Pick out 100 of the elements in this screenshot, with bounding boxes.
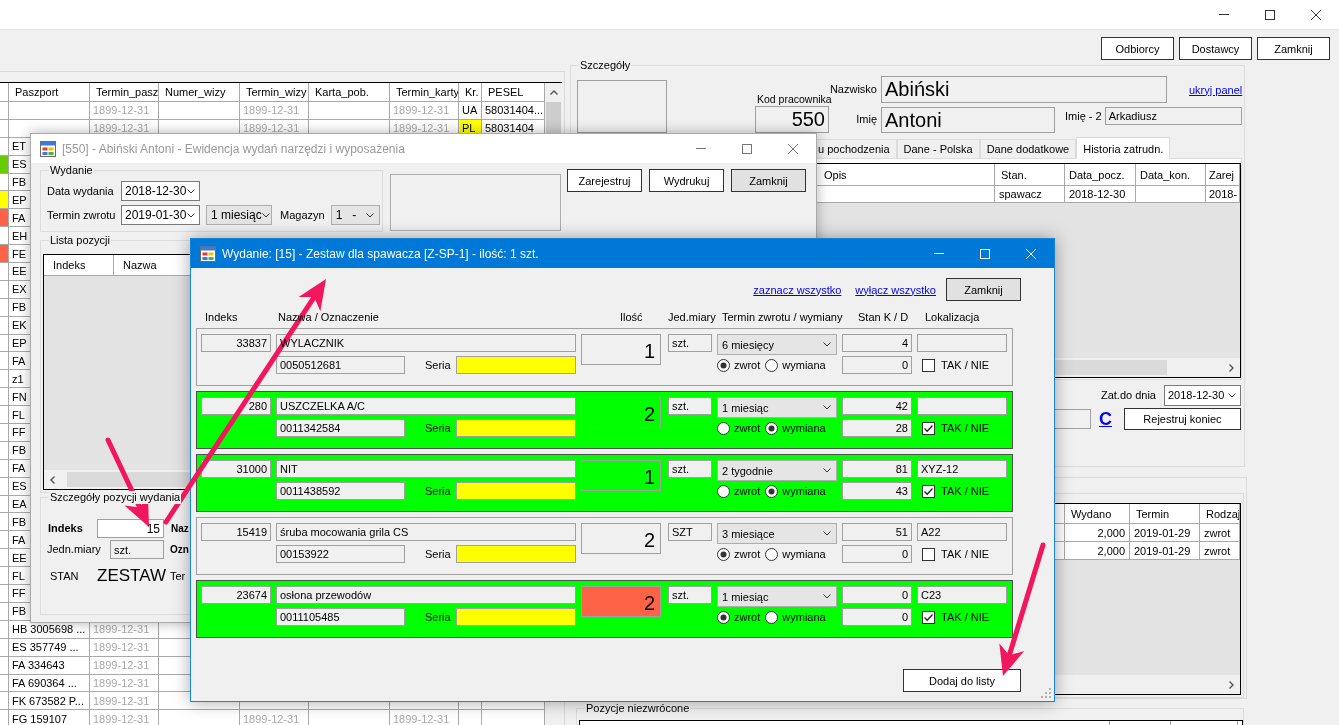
index-field[interactable]: 15 (97, 519, 164, 538)
radio-button[interactable] (765, 547, 779, 561)
term-dropdown[interactable]: 3 miesiące (717, 523, 837, 544)
radio-button[interactable] (765, 358, 779, 372)
surname-field[interactable]: Abiński (881, 76, 1167, 103)
code-field[interactable]: 0050512681 (276, 356, 405, 374)
quantity-field[interactable]: 2 (581, 523, 661, 554)
radio-button[interactable] (717, 421, 730, 435)
location-field[interactable]: C23 (917, 586, 1007, 604)
radio-button[interactable] (765, 484, 779, 498)
radio-button[interactable] (717, 484, 730, 498)
date-picker[interactable]: 2019-01-30 (121, 205, 200, 225)
unit-field[interactable]: szt. (668, 460, 712, 478)
checkbox[interactable] (922, 547, 935, 561)
index-field[interactable]: 33837 (201, 334, 271, 352)
dialog-button[interactable]: Zamknij (731, 169, 806, 192)
series-field[interactable] (456, 419, 576, 437)
warehouse-dropdown[interactable]: 1 - (330, 205, 380, 225)
tab[interactable]: Dane - Polska (896, 139, 980, 158)
period-dropdown[interactable]: 1 miesiąc (206, 205, 272, 225)
index-field[interactable]: 15419 (201, 523, 271, 541)
name-field[interactable]: osłona przewodów (276, 586, 576, 604)
series-field[interactable] (456, 608, 576, 626)
link[interactable]: zaznacz wszystko (753, 283, 842, 296)
column-header[interactable]: Karta_pob. (309, 83, 390, 101)
series-field[interactable] (456, 482, 576, 500)
stock-field[interactable]: 0 (842, 545, 912, 563)
column-header[interactable]: Termin_pasz (90, 83, 159, 101)
stock-field[interactable]: 81 (842, 460, 912, 478)
index-field[interactable]: 280 (201, 397, 271, 415)
location-field[interactable] (917, 334, 1007, 352)
dialog-button[interactable]: Zarejestruj (567, 169, 642, 192)
checkbox[interactable] (922, 358, 935, 372)
toolbar-button[interactable]: Zamknij (1257, 37, 1330, 60)
quantity-field[interactable]: 2 (581, 586, 661, 617)
name-field[interactable]: USZCZELKA A/C (276, 397, 576, 415)
series-field[interactable] (456, 356, 576, 374)
name-field[interactable]: NIT (276, 460, 576, 478)
checkbox[interactable] (922, 610, 935, 624)
location-field[interactable]: A22 (917, 523, 1007, 541)
location-field[interactable]: XYZ-12 (917, 460, 1007, 478)
radio-button[interactable] (717, 547, 730, 561)
stock-field[interactable]: 4 (842, 334, 912, 352)
stock-field[interactable]: 0 (842, 608, 912, 626)
column-header[interactable]: Paszport (9, 83, 90, 101)
radio-button[interactable] (765, 421, 779, 435)
second-name-field[interactable]: Arkadiusz (1104, 107, 1242, 125)
index-field[interactable]: 23674 (201, 586, 271, 604)
term-dropdown[interactable]: 1 miesiąc (717, 586, 837, 607)
stock-field[interactable]: 43 (842, 482, 912, 500)
unit-field[interactable]: szt. (668, 397, 712, 415)
term-dropdown[interactable]: 6 miesięcy (717, 334, 837, 355)
close-dialog-button[interactable]: Zamknij (946, 278, 1021, 301)
stock-field[interactable]: 28 (842, 419, 912, 437)
add-to-list-button[interactable]: Dodaj do listy (903, 669, 1021, 692)
series-field[interactable] (456, 545, 576, 563)
stock-field[interactable]: 0 (842, 356, 912, 374)
code-field[interactable]: 00153922 (276, 545, 405, 563)
unit-field[interactable]: szt. (668, 586, 712, 604)
radio-button[interactable] (765, 610, 779, 624)
stock-field[interactable]: 51 (842, 523, 912, 541)
quantity-field[interactable]: 1 (581, 460, 661, 491)
employee-code-field[interactable]: 550 (755, 106, 829, 133)
date-picker[interactable]: 2018-12-30 (121, 181, 200, 201)
column-header[interactable]: Kr. (459, 83, 482, 101)
code-field[interactable]: 0011438592 (276, 482, 405, 500)
name-field[interactable]: śruba mocowania grila CS (276, 523, 576, 541)
radio-button[interactable] (717, 610, 730, 624)
unit-field[interactable]: szt. (668, 334, 712, 352)
column-header[interactable]: Numer_wizy (159, 83, 240, 101)
first-name-field[interactable]: Antoni (881, 107, 1055, 133)
column-header[interactable]: Termin_karty (390, 83, 459, 101)
link[interactable]: wyłącz wszystko (855, 283, 936, 296)
quantity-field[interactable]: 1 (581, 334, 661, 365)
stock-field[interactable]: 42 (842, 397, 912, 415)
register-end-button[interactable]: Rejestruj koniec (1124, 408, 1241, 430)
term-dropdown[interactable]: 1 miesiąc (717, 397, 837, 418)
dialog-button[interactable]: Wydrukuj (649, 169, 724, 192)
checkbox[interactable] (922, 421, 935, 435)
column-header[interactable]: Indeks (44, 255, 114, 276)
toolbar-button[interactable]: Odbiorcy (1101, 37, 1174, 60)
radio-button[interactable] (717, 358, 730, 372)
tab[interactable]: Historia zatrudn. (1076, 137, 1171, 159)
text-field[interactable] (1054, 409, 1091, 429)
toolbar-button[interactable]: Dostawcy (1179, 37, 1252, 60)
term-dropdown[interactable]: 2 tygodnie (717, 460, 837, 481)
hide-panel-link[interactable]: ukryj panel (1189, 83, 1243, 96)
clear-link[interactable]: C (1099, 408, 1112, 430)
index-field[interactable]: 31000 (201, 460, 271, 478)
date-picker[interactable]: 2018-12-30 (1164, 384, 1241, 406)
code-field[interactable]: 0011105485 (276, 608, 405, 626)
location-field[interactable] (917, 397, 1007, 415)
unit-field[interactable]: szt. (110, 540, 164, 559)
stock-field[interactable]: 0 (842, 586, 912, 604)
quantity-field[interactable]: 2 (581, 397, 661, 428)
code-field[interactable]: 0011342584 (276, 419, 405, 437)
tab[interactable]: Dane dodatkowe (979, 139, 1077, 158)
unit-field[interactable]: SZT (668, 523, 712, 541)
checkbox[interactable] (922, 484, 935, 498)
column-header[interactable]: Termin_wizy (240, 83, 309, 101)
